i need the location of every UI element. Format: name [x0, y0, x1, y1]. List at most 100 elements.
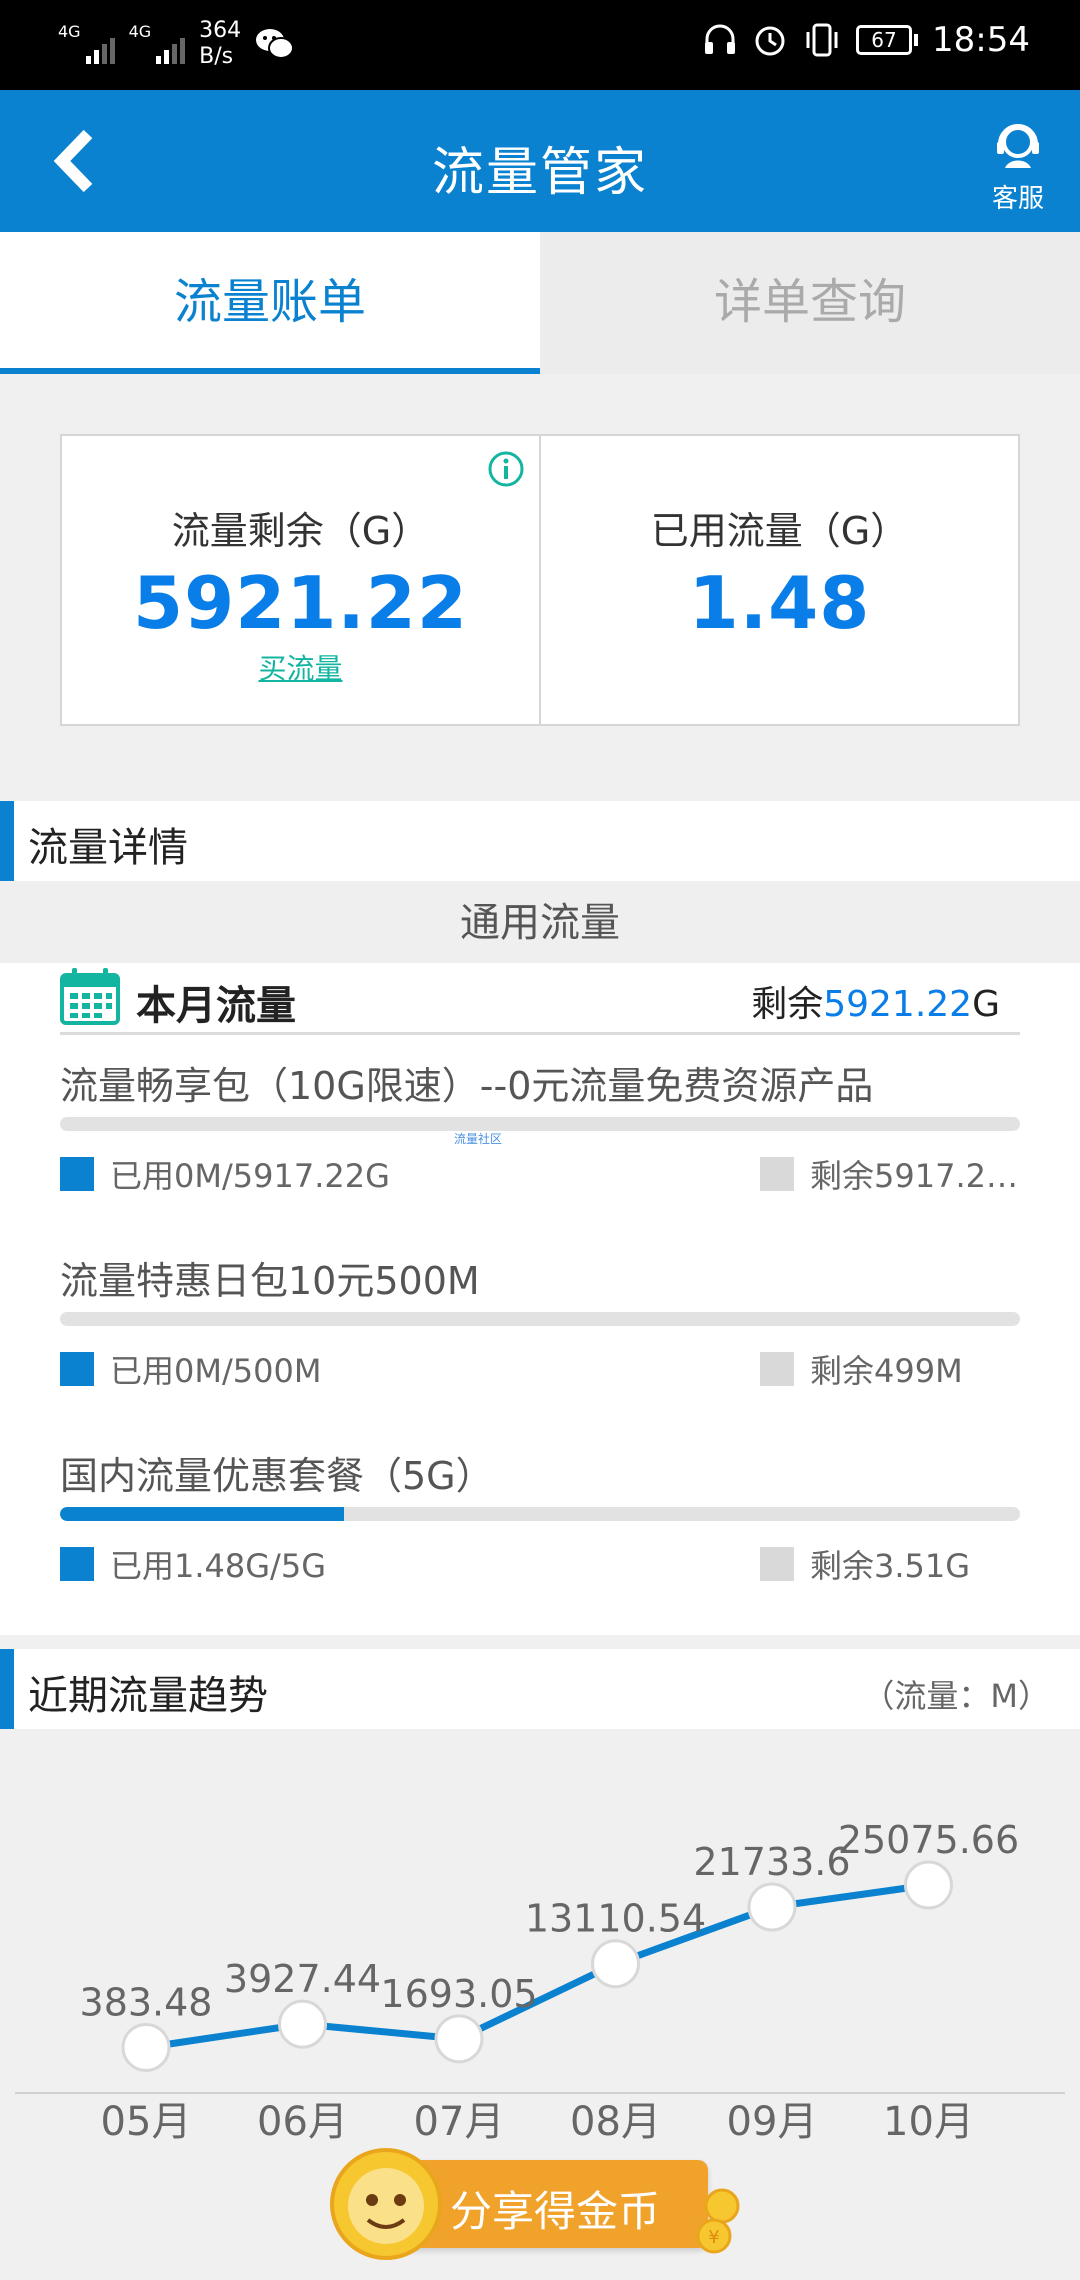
trend-point [121, 2022, 171, 2072]
trend-value-label: 1693.05 [380, 1972, 537, 2016]
x-tick-label: 06月 [257, 2099, 348, 2145]
details-panel: 本月流量 剩余5921.22G 流量畅享包（10G限速）--0元流量免费资源产品… [0, 963, 1080, 1635]
battery-icon: 67 [856, 25, 919, 55]
package-item: 流量特惠日包10元500M 已用0M/500M 剩余499M [60, 1250, 1020, 1440]
x-tick-label: 09月 [727, 2099, 818, 2145]
details-section-title: 流量详情 [28, 825, 188, 871]
trend-point [904, 1860, 953, 1910]
package-progress-bar [60, 1312, 1020, 1326]
signal-2-icon: 4G [129, 24, 186, 64]
section-accent-bar [0, 801, 14, 881]
customer-service-button[interactable]: 客服 [984, 118, 1052, 215]
trend-value-label: 25075.66 [838, 1818, 1019, 1862]
package-remaining-text: 剩余3.51G [810, 1547, 971, 1585]
x-tick-label: 08月 [570, 2099, 661, 2145]
share-earn-coins-button[interactable]: 分享得金币 ¥ [330, 2148, 750, 2260]
x-tick-label: 07月 [414, 2099, 505, 2145]
package-used: 已用1.48G/5G [60, 1541, 326, 1587]
calendar-icon [60, 968, 120, 1025]
vibrate-icon [806, 23, 838, 57]
month-remaining: 剩余5921.22G [751, 975, 1000, 1027]
x-tick-label: 05月 [101, 2099, 192, 2145]
general-data-label: 通用流量 [0, 883, 1080, 963]
month-remaining-prefix: 剩余 [751, 984, 824, 1025]
used-legend-swatch [60, 1352, 94, 1386]
used-label: 已用流量（G） [650, 509, 909, 553]
package-remaining-text: 剩余499M [810, 1352, 963, 1390]
package-remaining: 剩余499M [760, 1346, 963, 1392]
package-name: 流量特惠日包10元500M [60, 1259, 480, 1303]
package-used: 已用0M/5917.22G [60, 1151, 390, 1197]
package-progress-bar [60, 1507, 1020, 1521]
trend-value-label: 383.48 [80, 1980, 213, 2024]
watermark-text: 流量社区 [454, 1132, 503, 1146]
tab-detail-query[interactable]: 详单查询 [540, 232, 1080, 374]
package-used-text: 已用0M/500M [110, 1352, 322, 1390]
trend-unit-label: （流量：M） [862, 1677, 1050, 1715]
alarm-icon [755, 26, 785, 56]
monkey-mascot-icon [330, 2148, 442, 2260]
speed-unit: B/s [199, 44, 234, 69]
coin-icon: ¥ [696, 2188, 740, 2254]
trend-value-label: 3927.44 [224, 1957, 381, 2001]
trend-section-title: 近期流量趋势 [28, 1673, 268, 1719]
x-tick-label: 10月 [883, 2099, 974, 2145]
trend-point [747, 1882, 797, 1932]
buy-data-link[interactable]: 买流量 [258, 647, 342, 687]
headset-icon [705, 24, 736, 54]
remaining-value: 5921.22 [133, 561, 468, 645]
clock: 18:54 [932, 20, 1030, 60]
trend-point [591, 1939, 640, 1989]
month-row: 本月流量 剩余5921.22G [60, 963, 1020, 1035]
package-remaining: 剩余5917.2… [760, 1151, 1018, 1197]
package-name: 国内流量优惠套餐（5G） [60, 1454, 494, 1498]
month-remaining-value: 5921.22 [823, 984, 973, 1025]
month-title: 本月流量 [136, 983, 296, 1029]
usage-summary-card: 流量剩余（G） 5921.22 买流量 已用流量（G） 1.48 [60, 434, 1020, 726]
remaining-legend-swatch [760, 1157, 794, 1191]
package-item: 国内流量优惠套餐（5G） 已用1.48G/5G 剩余3.51G [60, 1445, 1020, 1635]
package-used-text: 已用1.48G/5G [110, 1547, 326, 1585]
remaining-label: 流量剩余（G） [171, 509, 430, 553]
package-used-text: 已用0M/5917.22G [110, 1157, 390, 1195]
info-icon[interactable] [487, 450, 525, 488]
wechat-icon [256, 29, 295, 59]
status-bar: 4G 4G 364 B/s 67 18:54 [0, 0, 1080, 90]
package-progress-bar [60, 1117, 1020, 1131]
tab-bar: 流量账单 详单查询 [0, 232, 1080, 374]
remaining-legend-swatch [760, 1547, 794, 1581]
month-remaining-unit: G [972, 984, 1000, 1025]
section-accent-bar [0, 1649, 14, 1729]
status-left: 4G 4G 364 B/s [58, 18, 295, 70]
used-value: 1.48 [688, 561, 871, 645]
details-section-header: 流量详情 [0, 801, 1080, 881]
package-remaining: 剩余3.51G [760, 1541, 970, 1587]
package-name: 流量畅享包（10G限速）--0元流量免费资源产品 [60, 1064, 874, 1108]
customer-service-label: 客服 [991, 184, 1044, 214]
remaining-cell: 流量剩余（G） 5921.22 买流量 [62, 436, 539, 724]
tab-flow-bill[interactable]: 流量账单 [0, 232, 540, 374]
page-title: 流量管家 [431, 143, 648, 203]
speed-value: 364 [199, 18, 242, 43]
remaining-legend-swatch [760, 1352, 794, 1386]
status-right: 67 18:54 [702, 20, 1030, 60]
used-legend-swatch [60, 1547, 94, 1581]
customer-service-icon [997, 124, 1039, 168]
trend-point [278, 1999, 327, 2049]
used-legend-swatch [60, 1157, 94, 1191]
package-progress-fill [60, 1507, 345, 1521]
trend-point [434, 2014, 484, 2064]
used-cell: 已用流量（G） 1.48 [539, 436, 1018, 724]
battery-level: 67 [856, 25, 913, 55]
package-remaining-text: 剩余5917.2… [810, 1157, 1018, 1195]
trend-section-header: 近期流量趋势 （流量：M） [0, 1649, 1080, 1729]
package-used: 已用0M/500M [60, 1346, 321, 1392]
signal-1-label: 4G [58, 22, 81, 41]
share-button-label: 分享得金币 [450, 2187, 661, 2236]
signal-1-icon: 4G [58, 24, 115, 64]
app-header: 流量管家 客服 [0, 90, 1080, 232]
trend-value-label: 21733.6 [693, 1840, 850, 1884]
trend-value-label: 13110.54 [525, 1897, 706, 1941]
network-speed: 364 B/s [199, 18, 241, 70]
signal-2-label: 4G [128, 22, 152, 41]
